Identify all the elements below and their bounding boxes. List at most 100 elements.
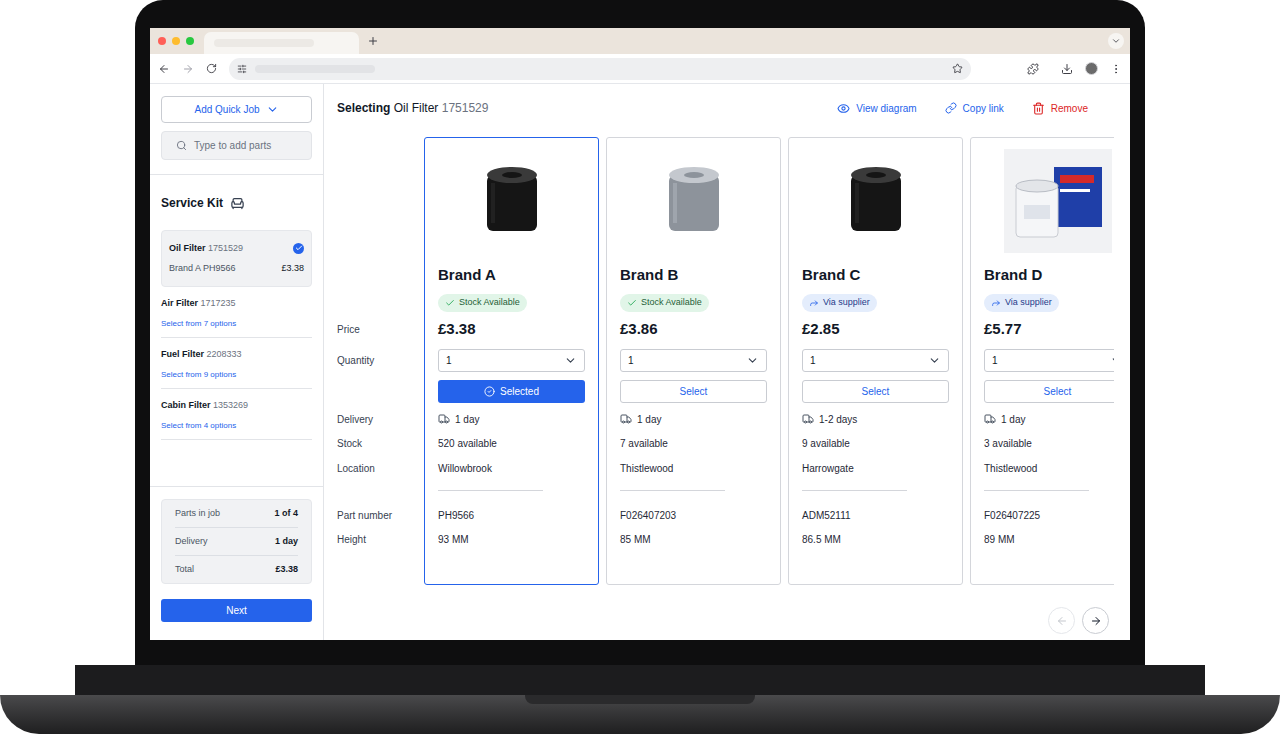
forward-icon[interactable] [182, 63, 194, 75]
arrow-left-icon [1056, 615, 1068, 627]
service-lift-icon [230, 196, 245, 211]
extensions-icon[interactable] [1027, 63, 1039, 75]
download-icon[interactable] [1061, 63, 1073, 75]
stock: 9 available [802, 435, 949, 451]
app: Add Quick Job Type to add parts Service Ki… [150, 84, 1130, 640]
sidebar: Add Quick Job Type to add parts Service Ki… [150, 84, 324, 640]
done-check-icon [293, 243, 304, 254]
link-action[interactable]: Copy link [945, 101, 1004, 116]
summary-row: Delivery1 day [175, 528, 298, 556]
row-label: Quantity [337, 349, 424, 372]
profile-avatar-icon[interactable] [1085, 62, 1098, 75]
availability-badge: Via supplier [984, 294, 1059, 312]
tab-bar [150, 28, 1130, 54]
delivery: 1 day [438, 411, 585, 427]
next-page-button[interactable] [1082, 607, 1109, 634]
brand-name: Brand D [984, 262, 1114, 288]
tab-menu-icon[interactable] [1108, 33, 1124, 49]
row-label: Height [337, 531, 424, 547]
supplier-arrow-icon [809, 298, 819, 308]
kit-item[interactable]: Oil Filter 1751529Brand A PH9566£3.38 [161, 230, 312, 287]
select-button[interactable]: Select [802, 380, 949, 403]
product-card[interactable]: Brand BStock Available£3.861Select1 day7… [606, 137, 781, 585]
check-icon [627, 298, 637, 308]
select-options-link[interactable]: Select from 4 options [161, 419, 312, 433]
filter-box-icon [1010, 159, 1106, 243]
kit-item[interactable]: Fuel Filter 2208333Select from 9 options [161, 338, 312, 389]
browser-menu-icon[interactable] [1110, 63, 1122, 75]
quantity-select[interactable]: 1 [802, 349, 949, 372]
bookmark-star-icon[interactable] [952, 63, 963, 74]
product-card[interactable]: Brand AStock Available£3.381Selected1 da… [424, 137, 599, 585]
stock: 520 available [438, 435, 585, 451]
remove-action[interactable]: Remove [1032, 101, 1088, 116]
product-card[interactable]: Brand CVia supplier£2.851Select1-2 days9… [788, 137, 963, 585]
minimize-dot-icon[interactable] [172, 37, 180, 45]
chevron-down-icon [746, 354, 759, 367]
location: Willowbrook [438, 460, 585, 476]
location: Thistlewood [620, 460, 767, 476]
browser-tab[interactable] [204, 32, 359, 54]
add-quick-job-button[interactable]: Add Quick Job [161, 96, 312, 123]
select-options-link[interactable]: Select from 9 options [161, 368, 312, 382]
delivery: 1 day [984, 411, 1114, 427]
product-image [458, 149, 566, 253]
divider [438, 490, 543, 491]
job-summary: Parts in job1 of 4Delivery1 dayTotal£3.3… [161, 499, 312, 584]
arrow-right-icon [1090, 615, 1102, 627]
availability-badge: Via supplier [802, 294, 877, 312]
part-number: PH9566 [438, 507, 585, 523]
row-label: Delivery [337, 411, 424, 427]
select-button[interactable]: Select [620, 380, 767, 403]
parts-search[interactable]: Type to add parts [161, 131, 312, 160]
prev-page-button[interactable] [1048, 607, 1075, 634]
brand-name: Brand A [438, 262, 585, 288]
delivery: 1-2 days [802, 411, 949, 427]
card-strip: Brand AStock Available£3.381Selected1 da… [424, 137, 1114, 585]
stock: 7 available [620, 435, 767, 451]
browser-window: Add Quick Job Type to add parts Service Ki… [150, 28, 1130, 640]
new-tab-icon[interactable] [367, 35, 379, 47]
part-number: ADM52111 [802, 507, 949, 523]
truck-icon [620, 413, 632, 425]
laptop-base [0, 695, 1280, 734]
part-number: F026407225 [984, 507, 1114, 523]
height: 89 MM [984, 531, 1114, 547]
product-card[interactable]: Brand DVia supplier£5.771Select1 day3 av… [970, 137, 1114, 585]
kit-title: Service Kit [161, 192, 312, 214]
address-field[interactable] [229, 58, 971, 80]
part-selection: Selecting Oil Filter 1751529 View diagram… [324, 84, 1130, 640]
trash-icon [1032, 102, 1045, 115]
product-image [1004, 149, 1112, 253]
view-action[interactable]: View diagram [837, 101, 916, 116]
height: 86.5 MM [802, 531, 949, 547]
site-settings-icon[interactable] [237, 64, 247, 74]
divider [620, 490, 725, 491]
link-icon [945, 102, 957, 114]
truck-icon [984, 413, 996, 425]
kit-item[interactable]: Air Filter 1717235Select from 7 options [161, 287, 312, 338]
check-circle-icon [484, 386, 495, 397]
stock: 3 available [984, 435, 1114, 451]
kit-item[interactable]: Cabin Filter 1353269Select from 4 option… [161, 389, 312, 440]
close-dot-icon[interactable] [158, 37, 166, 45]
quantity-select[interactable]: 1 [984, 349, 1114, 372]
truck-icon [438, 413, 450, 425]
select-button[interactable]: Select [984, 380, 1114, 403]
next-button[interactable]: Next [161, 599, 312, 622]
quantity-select[interactable]: 1 [438, 349, 585, 372]
eye-icon [837, 102, 850, 115]
back-icon[interactable] [158, 63, 170, 75]
availability-badge: Stock Available [620, 294, 709, 312]
reload-icon[interactable] [206, 63, 217, 74]
select-options-link[interactable]: Select from 7 options [161, 317, 312, 331]
summary-row: Parts in job1 of 4 [175, 500, 298, 528]
zoom-dot-icon[interactable] [186, 37, 194, 45]
laptop-hinge [75, 665, 1205, 695]
select-button[interactable]: Selected [438, 380, 585, 403]
brand-name: Brand B [620, 262, 767, 288]
divider [984, 490, 1089, 491]
page-heading: Selecting Oil Filter 1751529 [337, 99, 488, 117]
truck-icon [802, 413, 814, 425]
quantity-select[interactable]: 1 [620, 349, 767, 372]
